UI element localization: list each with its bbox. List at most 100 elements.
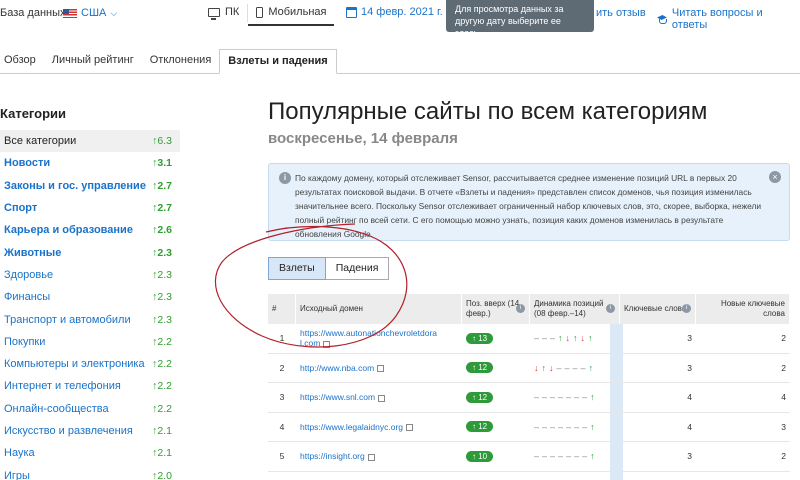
dynamics-mark: ↓	[580, 333, 586, 344]
position-badge: ↑ 10	[466, 450, 494, 462]
dynamics-mark: –	[582, 451, 588, 462]
category-item[interactable]: Компьютеры и электроника ↑2.2	[0, 353, 180, 375]
external-link-icon[interactable]	[367, 453, 375, 461]
faq-link[interactable]: Читать вопросы и ответы	[656, 7, 800, 31]
dynamics-mark: –	[542, 421, 548, 432]
row-number: 3	[279, 392, 285, 403]
dynamics-mark: ↑	[573, 333, 578, 344]
category-item[interactable]: Онлайн-сообщества ↑2.2	[0, 398, 180, 420]
category-item[interactable]: Интернет и телефония ↑2.2	[0, 375, 180, 397]
category-item[interactable]: Здоровье ↑2.3	[0, 264, 180, 286]
category-item[interactable]: Карьера и образование ↑2.6	[0, 219, 180, 241]
feedback-link[interactable]: ить отзыв	[596, 7, 646, 19]
domain-link[interactable]: https://insight.org	[300, 451, 365, 461]
dynamics-mark: –	[574, 392, 580, 403]
external-link-icon[interactable]	[323, 340, 331, 348]
header-position[interactable]: Поз. вверх (14 февр.) i	[462, 294, 530, 324]
external-link-icon[interactable]	[406, 424, 413, 431]
category-score: ↑6.3	[152, 135, 172, 148]
domain-text: https://www.autonationchevroletdora	[300, 328, 438, 339]
tab-overview[interactable]: Обзор	[0, 49, 44, 73]
category-item[interactable]: Животные ↑2.3	[0, 241, 180, 263]
new-keywords-cell[interactable]: 3	[696, 422, 790, 432]
domain-link[interactable]: https://www.snl.com	[300, 392, 375, 402]
table-row: 1 https://www.autonationchevroletdora l.co…	[268, 324, 790, 354]
keywords-cell[interactable]: 4	[620, 422, 696, 432]
category-name: Компьютеры и электроника	[4, 358, 145, 371]
help-icon[interactable]: i	[606, 304, 615, 313]
tab-deviations[interactable]: Отклонения	[142, 49, 220, 73]
category-name: Новости	[4, 157, 51, 170]
dynamics-mark: ↑	[590, 392, 595, 403]
faq-link-label: Читать вопросы и ответы	[671, 7, 763, 31]
keywords-cell[interactable]: 3	[620, 451, 696, 461]
header-keywords[interactable]: Ключевые слова i	[620, 294, 696, 324]
domain-cell: https://www.snl.com	[296, 392, 462, 402]
tab-winners-losers[interactable]: Взлеты и падения	[219, 49, 337, 74]
category-item[interactable]: Транспорт и автомобили ↑2.3	[0, 308, 180, 330]
external-link-icon[interactable]	[378, 394, 386, 402]
dynamics-mark: –	[550, 392, 556, 403]
category-item[interactable]: Игры ↑2.0	[0, 464, 180, 480]
category-item[interactable]: Спорт ↑2.7	[0, 197, 180, 219]
category-score: ↑2.3	[152, 313, 172, 326]
category-item[interactable]: Покупки ↑2.2	[0, 331, 180, 353]
category-name: Финансы	[4, 291, 51, 304]
domain-text: https://www.legalaidnyc.org	[300, 421, 403, 432]
header-dynamics-label: Динамика позиций (08 февр.–14)	[534, 299, 604, 318]
domain-link[interactable]: https://www.autonationchevroletdora l.com	[300, 328, 437, 348]
help-icon[interactable]: i	[516, 304, 525, 313]
date-picker[interactable]: 14 февр. 2021 г.	[346, 6, 443, 18]
dynamics-mark: –	[534, 392, 540, 403]
header-domain[interactable]: Исходный домен	[296, 294, 462, 324]
new-keywords-cell[interactable]: 4	[696, 392, 790, 402]
domain-text: https://www.snl.com	[300, 392, 376, 403]
category-item[interactable]: Наука ↑2.1	[0, 442, 180, 464]
category-name: Онлайн-сообщества	[4, 402, 109, 415]
database-select[interactable]: США ⌵	[63, 7, 117, 19]
category-name: Здоровье	[4, 268, 54, 281]
position-badge: ↑ 13	[466, 332, 494, 344]
domain-text-cont: l.com	[300, 338, 321, 349]
info-icon: i	[279, 172, 291, 184]
keywords-cell[interactable]: 3	[620, 363, 696, 373]
dynamics-mark: –	[574, 451, 580, 462]
position-cell: ↑ 12	[462, 362, 530, 374]
domain-cell: https://www.autonationchevroletdora l.com	[296, 328, 462, 348]
sidebar-title: Категории	[0, 106, 67, 121]
category-item[interactable]: Новости ↑3.1	[0, 152, 180, 174]
domain-text: http://www.nba.com	[300, 362, 375, 373]
category-item[interactable]: Искусство и развлечения ↑2.1	[0, 420, 180, 442]
position-cell: ↑ 12	[462, 421, 530, 433]
domain-link[interactable]: https://www.legalaidnyc.org	[300, 422, 403, 432]
losers-button[interactable]: Падения	[325, 257, 390, 280]
device-pc-tab[interactable]: ПК	[200, 0, 247, 26]
device-mobile-tab[interactable]: Мобильная	[248, 0, 335, 26]
keywords-cell[interactable]: 4	[620, 392, 696, 402]
new-keywords-cell[interactable]: 2	[696, 333, 790, 343]
category-item[interactable]: Все категории ↑6.3	[0, 130, 180, 153]
category-score: ↑2.7	[152, 202, 172, 215]
position-badge: ↑ 12	[466, 391, 494, 403]
dynamics-mark: ↑	[558, 333, 563, 344]
tab-personal-rating[interactable]: Личный рейтинг	[44, 49, 142, 73]
header-new-keywords[interactable]: Новые ключевые слова	[696, 294, 790, 324]
graduation-cap-icon	[656, 15, 668, 24]
position-cell: ↑ 13	[462, 332, 530, 344]
category-score: ↑2.2	[152, 402, 172, 415]
desktop-icon	[208, 7, 220, 20]
category-item[interactable]: Законы и гос. управление ↑2.7	[0, 175, 180, 197]
dynamics-mark: –	[556, 362, 562, 373]
keywords-cell[interactable]: 3	[620, 333, 696, 343]
winners-button[interactable]: Взлеты	[268, 257, 326, 280]
close-icon[interactable]: ×	[769, 171, 781, 183]
domain-link[interactable]: http://www.nba.com	[300, 363, 374, 373]
category-item[interactable]: Финансы ↑2.3	[0, 286, 180, 308]
dynamics-mark: –	[534, 421, 540, 432]
new-keywords-cell[interactable]: 2	[696, 363, 790, 373]
dynamics-mark: –	[558, 451, 564, 462]
category-name: Наука	[4, 447, 35, 460]
external-link-icon[interactable]	[377, 365, 385, 372]
help-icon[interactable]: i	[682, 304, 691, 313]
new-keywords-cell[interactable]: 2	[696, 451, 790, 461]
